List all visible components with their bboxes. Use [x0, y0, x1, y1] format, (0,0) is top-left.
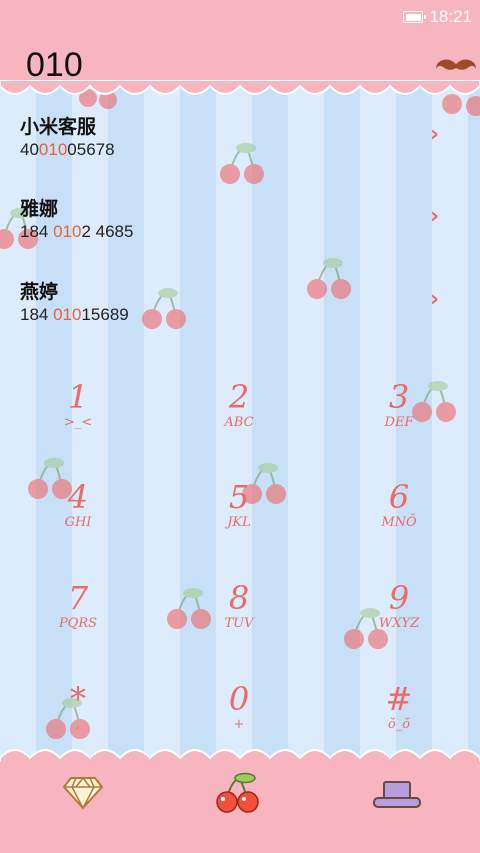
status-time: 18:21 [429, 7, 472, 26]
contact-result[interactable]: 燕婷 184 01015689 › [0, 277, 480, 347]
chevron-right-icon[interactable]: › [430, 287, 439, 312]
key-8[interactable]: 8 TUV [184, 581, 294, 651]
chevron-right-icon[interactable]: › [430, 122, 439, 147]
contact-name: 雅娜 [20, 198, 59, 220]
battery-icon [403, 11, 426, 23]
contact-result[interactable]: 雅娜 184 0102 4685 › [0, 194, 480, 264]
hat-icon[interactable] [372, 780, 422, 810]
contact-name: 小米客服 [20, 116, 97, 138]
contact-name: 燕婷 [20, 281, 59, 303]
mustache-icon[interactable] [434, 56, 478, 78]
key-9[interactable]: 9 WXYZ [344, 581, 454, 651]
bottom-scallop [0, 749, 480, 764]
key-2[interactable]: 2 ABC [184, 380, 294, 450]
key-7[interactable]: 7 PQRS [23, 581, 133, 651]
contact-number: 184 0102 4685 [20, 222, 134, 241]
key-1[interactable]: 1 >_< [23, 380, 133, 450]
dialed-number[interactable]: 010 [26, 46, 83, 85]
key-5[interactable]: 5 JKL [184, 480, 294, 550]
diamond-icon[interactable] [62, 776, 104, 810]
contact-number: 4001005678 [20, 140, 115, 159]
contact-result[interactable]: 小米客服 4001005678 › [0, 112, 480, 182]
key-6[interactable]: 6 MNŎ [344, 480, 454, 550]
cherry-icon[interactable] [215, 772, 261, 814]
key-3[interactable]: 3 DEF [344, 380, 454, 450]
chevron-right-icon[interactable]: › [430, 204, 439, 229]
status-bar: 18:21 [0, 0, 480, 34]
key-4[interactable]: 4 GHI [23, 480, 133, 550]
contact-number: 184 01015689 [20, 305, 129, 324]
